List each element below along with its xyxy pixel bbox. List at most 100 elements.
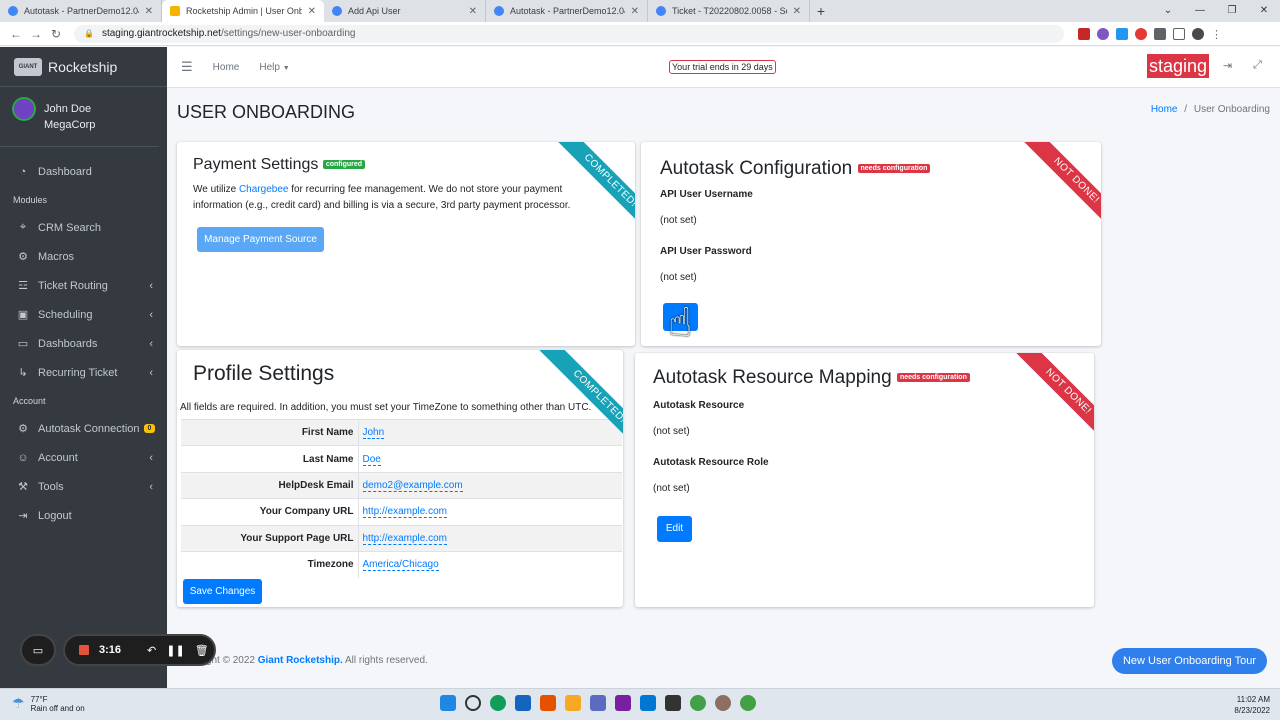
stop-recording-button[interactable]: [79, 645, 89, 655]
crm-search-icon: ⌖: [19, 221, 27, 233]
company-link[interactable]: Giant Rocketship.: [258, 655, 343, 666]
field-label: Your Company URL: [181, 498, 358, 526]
undo-icon[interactable]: ↶: [147, 644, 156, 657]
chargebee-link[interactable]: Chargebee: [239, 184, 288, 195]
hamburger-icon[interactable]: ☰: [181, 59, 193, 75]
temperature: 77°F: [30, 695, 48, 704]
extension-icon[interactable]: [1078, 27, 1090, 40]
table-row: Your Company URL http://example.com: [181, 498, 622, 526]
editable-field-value[interactable]: http://example.com: [362, 506, 447, 519]
sidebar-item-crm-search[interactable]: ⌖ CRM Search: [0, 213, 167, 242]
sidebar-section-header: Account: [13, 395, 46, 406]
sidebar-item-account[interactable]: ☺ Account ‹: [0, 443, 167, 472]
teams-icon[interactable]: [590, 695, 606, 711]
close-icon[interactable]: ✕: [308, 6, 316, 17]
chrome-icon[interactable]: [740, 695, 756, 711]
back-icon[interactable]: ←: [6, 27, 26, 41]
menu-dots-icon[interactable]: ⋮: [1211, 28, 1222, 41]
browser-tab[interactable]: Add Api User ✕: [324, 0, 486, 22]
url-path: /settings/new-user-onboarding: [220, 28, 356, 39]
field-value-cell: America/Chicago: [357, 550, 622, 578]
edit-button[interactable]: Edit: [657, 516, 692, 542]
manage-payment-source-button[interactable]: Manage Payment Source: [197, 227, 324, 252]
sidebar-item-macros[interactable]: ⚙ Macros: [0, 242, 167, 271]
onboarding-tour-button[interactable]: New User Onboarding Tour: [1112, 648, 1267, 674]
vscode-icon[interactable]: [640, 695, 656, 711]
table-row: Last Name Doe: [181, 445, 622, 473]
sidebar-item-label: Logout: [38, 509, 72, 522]
globe-icon: [332, 6, 342, 16]
card-title: Payment Settings configured: [193, 156, 366, 174]
app-icon[interactable]: [715, 695, 731, 711]
brand-link[interactable]: GIANT Rocketship: [0, 47, 167, 87]
sidebar-nav: ◔ Dashboard Modules ⌖ CRM Search ⚙ Macros ☲ Tick…: [0, 147, 167, 530]
close-icon[interactable]: ✕: [469, 6, 477, 17]
close-icon[interactable]: ✕: [631, 6, 639, 17]
sign-out-icon[interactable]: ⇥: [1223, 59, 1232, 72]
close-icon[interactable]: ✕: [793, 6, 801, 17]
pause-icon[interactable]: ❚❚: [166, 644, 184, 657]
extension-icon[interactable]: [1135, 27, 1147, 40]
field-value-cell: John: [357, 418, 622, 446]
sidebar-item-dashboard[interactable]: ◔ Dashboard: [0, 157, 167, 186]
browser-tab[interactable]: Ticket - T20220802.0058 - Som ✕: [648, 0, 810, 22]
user-panel[interactable]: John Doe MegaCorp: [0, 87, 159, 147]
sidebar-item-recurring-ticket[interactable]: ↳ Recurring Ticket ‹: [0, 358, 167, 387]
browser-tab-active[interactable]: Rocketship Admin | User Onboa ✕: [162, 0, 324, 22]
onenote-icon[interactable]: [615, 695, 631, 711]
app-icon[interactable]: [665, 695, 681, 711]
profile-avatar-icon[interactable]: [1192, 27, 1204, 40]
forward-icon[interactable]: →: [26, 27, 46, 41]
minimize-button[interactable]: —: [1184, 0, 1216, 22]
editable-field-value[interactable]: http://example.com: [362, 532, 447, 545]
store-icon[interactable]: [515, 695, 531, 711]
browser-tab[interactable]: Autotask - PartnerDemo12.04.20 ✕: [486, 0, 648, 22]
sidebar-item-tools[interactable]: ⚒ Tools ‹: [0, 472, 167, 501]
fullscreen-icon[interactable]: ⤢: [1253, 59, 1262, 72]
extension-icon[interactable]: [1116, 27, 1128, 40]
globe-icon: [656, 6, 666, 16]
breadcrumb-home[interactable]: Home: [1151, 104, 1178, 115]
taskbar-apps: [440, 695, 756, 711]
tab-search-icon[interactable]: ⌄: [1152, 0, 1184, 22]
sidebar-item-dashboards[interactable]: ▭ Dashboards ‹: [0, 329, 167, 358]
close-icon[interactable]: ✕: [145, 6, 153, 17]
weather-widget[interactable]: ☂ 77°F Rain off and on: [12, 695, 85, 713]
trash-icon[interactable]: 🗑: [195, 644, 209, 657]
system-clock[interactable]: 11:02 AM 8/23/2022: [1234, 694, 1270, 716]
address-bar[interactable]: 🔒 staging.giantrocketship.net/settings/n…: [74, 24, 1064, 43]
chrome-icon[interactable]: [690, 695, 706, 711]
editable-field-value[interactable]: Doe: [362, 453, 381, 466]
field-label: Your Support Page URL: [181, 524, 358, 552]
search-icon[interactable]: [465, 695, 481, 711]
reload-icon[interactable]: ↻: [46, 27, 66, 41]
sidebar-icon[interactable]: [1173, 27, 1185, 40]
editable-field-value[interactable]: demo2@example.com: [362, 479, 463, 492]
folder-icon[interactable]: [565, 695, 581, 711]
browser-tab[interactable]: Autotask - PartnerDemo12.04.20 ✕: [0, 0, 162, 22]
close-window-button[interactable]: ✕: [1248, 0, 1280, 22]
autotask-configuration-card: Autotask Configuration needs configurati…: [641, 142, 1101, 346]
start-icon[interactable]: [440, 695, 456, 711]
edge-icon[interactable]: [490, 695, 506, 711]
restore-button[interactable]: ❐: [1216, 0, 1248, 22]
editable-field-value[interactable]: John: [362, 427, 385, 440]
nav-home-link[interactable]: Home: [213, 62, 240, 73]
new-tab-button[interactable]: +: [810, 0, 832, 22]
sidebar-item-ticket-routing[interactable]: ☲ Ticket Routing ‹: [0, 271, 167, 300]
editable-field-value[interactable]: America/Chicago: [362, 559, 439, 572]
clock-date: 8/23/2022: [1234, 706, 1270, 715]
status-badge: needs configuration: [896, 373, 970, 383]
card-title: Autotask Configuration needs configurati…: [660, 158, 931, 180]
app-icon[interactable]: [540, 695, 556, 711]
puzzle-icon[interactable]: [1154, 27, 1166, 40]
sidebar-item-scheduling[interactable]: ▣ Scheduling ‹: [0, 300, 167, 329]
extension-icon[interactable]: [1097, 27, 1109, 40]
sidebar-item-autotask-connection[interactable]: ⚙ Autotask Connection 0: [0, 414, 167, 443]
save-changes-button[interactable]: Save Changes: [183, 579, 262, 604]
sidebar-item-logout[interactable]: ⇥ Logout: [0, 501, 167, 530]
nav-help-dropdown[interactable]: Help ▼: [259, 62, 289, 73]
camera-toggle-button[interactable]: ▭: [20, 634, 56, 666]
resource-role-label: Autotask Resource Role: [653, 457, 769, 468]
globe-icon: [494, 6, 504, 16]
